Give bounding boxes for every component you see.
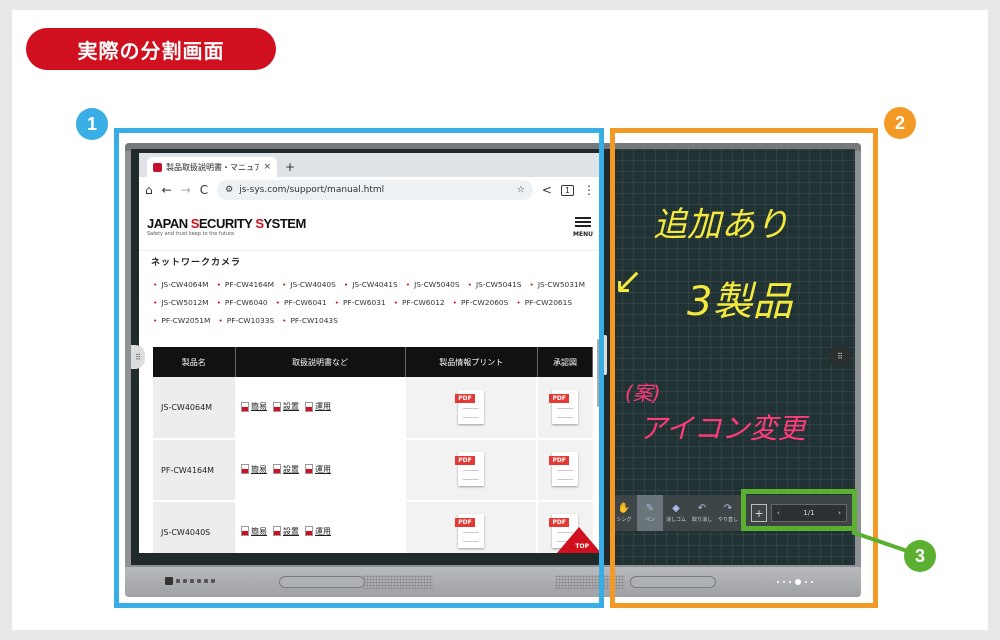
right-pane-highlight [610, 128, 878, 608]
callout-badge-2: 2 [884, 107, 916, 139]
page-title: 実際の分割画面 [26, 28, 276, 70]
pager-highlight [741, 489, 857, 531]
callout-badge-3: 3 [904, 540, 936, 572]
callout-badge-1: 1 [76, 108, 108, 140]
left-pane-highlight [114, 128, 604, 608]
